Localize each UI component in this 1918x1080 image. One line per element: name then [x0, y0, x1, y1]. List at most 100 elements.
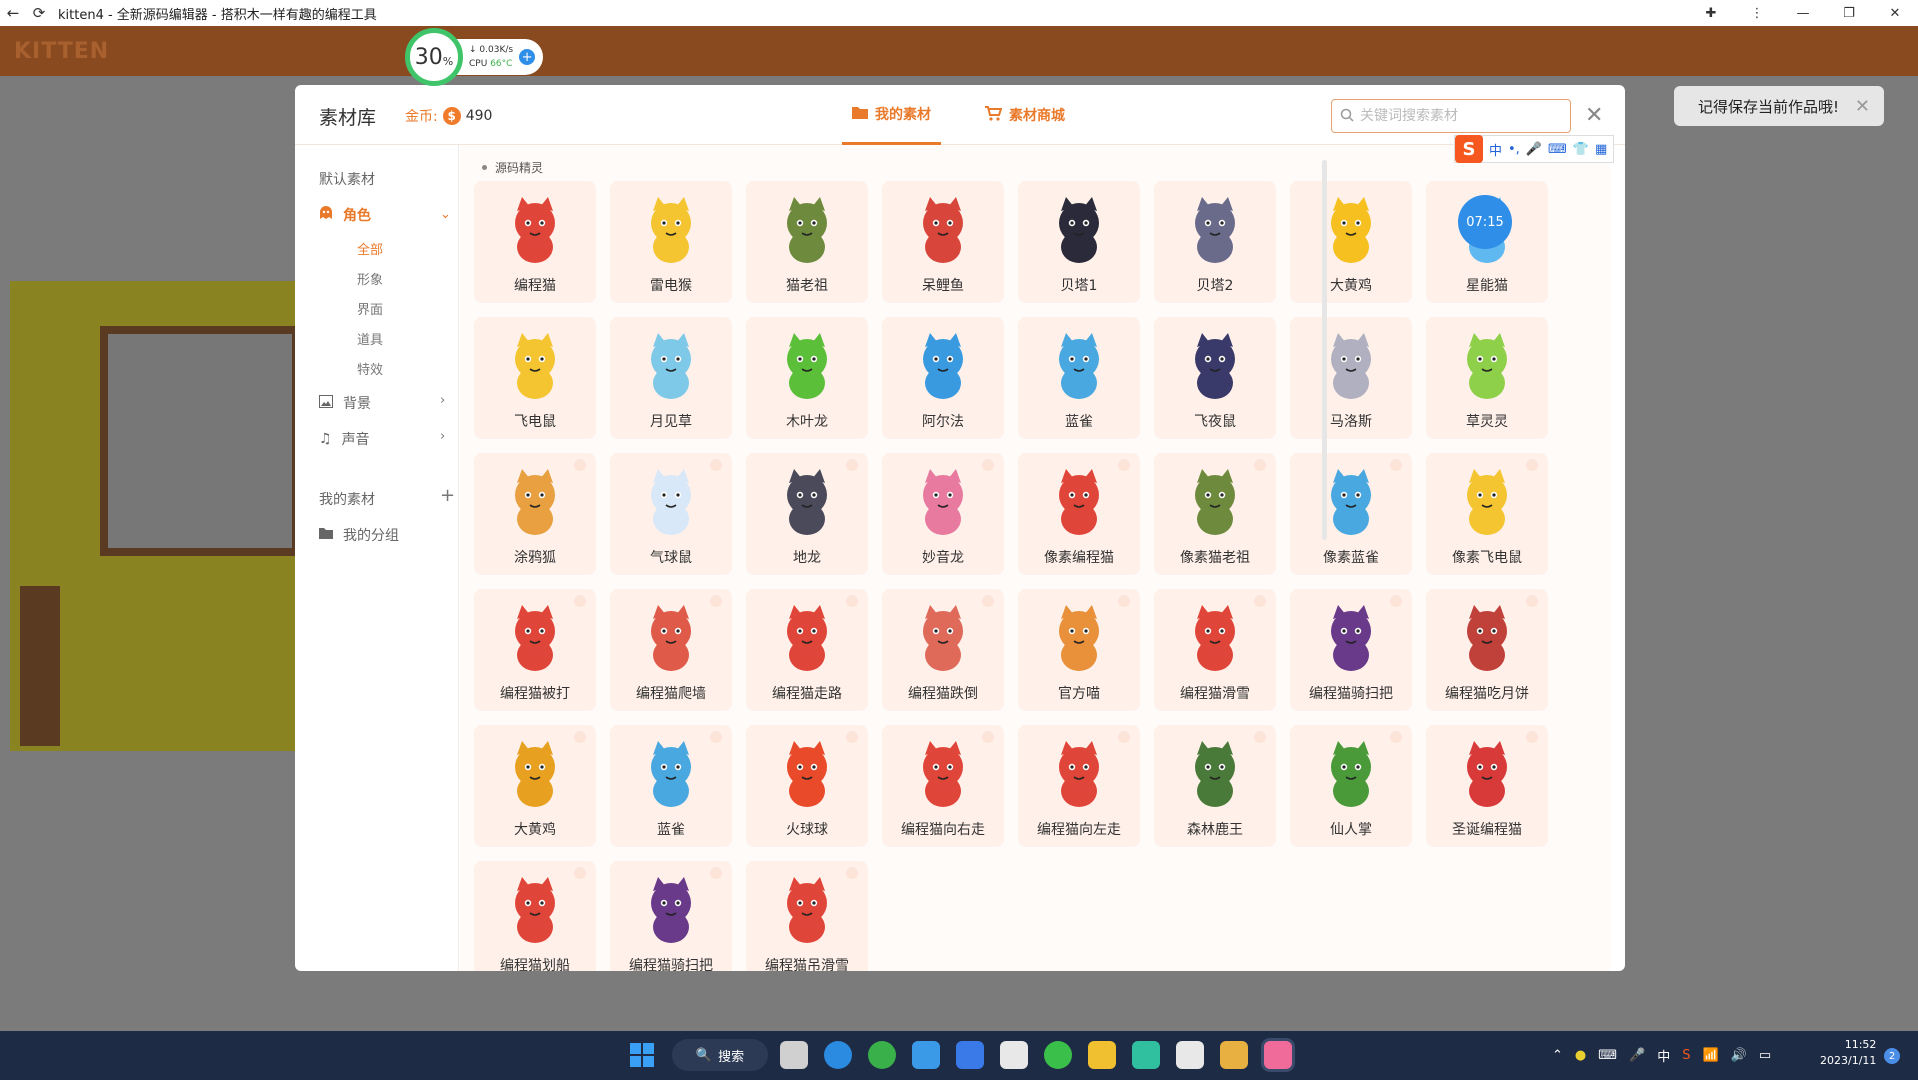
sidebar-sub-figure[interactable]: 形象: [357, 269, 383, 288]
asset-card[interactable]: 地龙: [746, 453, 868, 575]
sidebar-item-characters[interactable]: 角色: [319, 205, 371, 225]
favorite-dot-icon[interactable]: [846, 459, 858, 471]
favorite-dot-icon[interactable]: [846, 731, 858, 743]
asset-card[interactable]: 贝塔2: [1154, 181, 1276, 303]
sidebar-sub-effects[interactable]: 特效: [357, 359, 383, 378]
notification-badge[interactable]: 2: [1884, 1048, 1900, 1064]
asset-card[interactable]: 蓝雀: [1018, 317, 1140, 439]
close-window-button[interactable]: ✕: [1872, 0, 1918, 26]
microphone-icon[interactable]: 🎤: [1526, 142, 1542, 157]
favorite-dot-icon[interactable]: [1254, 459, 1266, 471]
ime-toolbar[interactable]: S 中 •, 🎤 ⌨ 👕 ▦: [1454, 135, 1615, 163]
taskbar-clock[interactable]: 11:52 2023/1/11: [1820, 1037, 1876, 1069]
favorite-dot-icon[interactable]: [574, 867, 586, 879]
asset-card[interactable]: 编程猫向左走: [1018, 725, 1140, 847]
asset-card[interactable]: 贝塔1: [1018, 181, 1140, 303]
mail-icon[interactable]: [912, 1041, 940, 1069]
modal-close-icon[interactable]: ✕: [1585, 103, 1603, 128]
favorite-dot-icon[interactable]: [710, 595, 722, 607]
asset-card[interactable]: 编程猫吊滑雪: [746, 861, 868, 971]
sidebar-sub-interface[interactable]: 界面: [357, 299, 383, 318]
skin-shirt-icon[interactable]: 👕: [1573, 142, 1589, 157]
favorite-dot-icon[interactable]: [1118, 459, 1130, 471]
asset-search-box[interactable]: [1331, 99, 1571, 133]
favorite-dot-icon[interactable]: [982, 595, 994, 607]
more-menu-icon[interactable]: ⋮: [1734, 0, 1780, 26]
favorite-dot-icon[interactable]: [1118, 731, 1130, 743]
tray-overflow-chevron-icon[interactable]: ⌃: [1552, 1048, 1563, 1063]
favorite-dot-icon[interactable]: [846, 867, 858, 879]
wifi-icon[interactable]: 📶: [1702, 1048, 1718, 1063]
asset-card[interactable]: 马洛斯: [1290, 317, 1412, 439]
asset-card[interactable]: 草灵灵: [1426, 317, 1548, 439]
asset-card[interactable]: 编程猫骑扫把: [1290, 589, 1412, 711]
edge-browser-icon[interactable]: [824, 1041, 852, 1069]
volume-icon[interactable]: 🔊: [1731, 1048, 1747, 1063]
back-arrow-icon[interactable]: ←: [0, 0, 26, 26]
asset-card[interactable]: 官方喵: [1018, 589, 1140, 711]
cpu-monitor-widget[interactable]: 30% ↓ 0.03K/s CPU 66°C +: [405, 28, 555, 86]
asset-card[interactable]: 雷电猴: [610, 181, 732, 303]
app-grid-icon[interactable]: [1132, 1041, 1160, 1069]
asset-card[interactable]: 编程猫骑扫把: [610, 861, 732, 971]
favorite-dot-icon[interactable]: [710, 731, 722, 743]
favorite-dot-icon[interactable]: [1526, 595, 1538, 607]
tray-app-icon[interactable]: ●: [1575, 1048, 1586, 1063]
asset-card[interactable]: 大黄鸡: [474, 725, 596, 847]
tab-my-assets[interactable]: 我的素材: [842, 85, 941, 145]
asset-card[interactable]: 飞电鼠: [474, 317, 596, 439]
chevron-right-icon[interactable]: ›: [440, 393, 445, 408]
asset-card[interactable]: 气球鼠: [610, 453, 732, 575]
battery-icon[interactable]: ▭: [1759, 1048, 1771, 1063]
sidebar-sub-props[interactable]: 道具: [357, 329, 383, 348]
asset-card[interactable]: 编程猫走路: [746, 589, 868, 711]
asset-card[interactable]: 猫老祖: [746, 181, 868, 303]
tray-ime-language[interactable]: 中: [1657, 1046, 1670, 1065]
favorite-dot-icon[interactable]: [1526, 459, 1538, 471]
media-player-icon[interactable]: [1220, 1041, 1248, 1069]
green-app-icon[interactable]: [868, 1041, 896, 1069]
asset-card[interactable]: 呆鲤鱼: [882, 181, 1004, 303]
favorite-dot-icon[interactable]: [846, 595, 858, 607]
file-explorer-icon[interactable]: [1088, 1041, 1116, 1069]
tab-asset-shop[interactable]: 素材商城: [985, 85, 1065, 145]
keyboard-icon[interactable]: ⌨: [1598, 1048, 1617, 1063]
asset-card[interactable]: 仙人掌: [1290, 725, 1412, 847]
asset-card[interactable]: 编程猫被打: [474, 589, 596, 711]
asset-card[interactable]: 编程猫: [474, 181, 596, 303]
asset-card[interactable]: 编程猫爬墙: [610, 589, 732, 711]
task-view-icon[interactable]: [780, 1041, 808, 1069]
favorite-dot-icon[interactable]: [1390, 731, 1402, 743]
favorite-dot-icon[interactable]: [1254, 731, 1266, 743]
favorite-dot-icon[interactable]: [1390, 595, 1402, 607]
todo-check-icon[interactable]: [956, 1041, 984, 1069]
asset-card[interactable]: 编程猫滑雪: [1154, 589, 1276, 711]
toast-close-icon[interactable]: ✕: [1855, 96, 1870, 117]
asset-card[interactable]: 编程猫跌倒: [882, 589, 1004, 711]
sidebar-sub-all[interactable]: 全部: [357, 239, 383, 258]
asset-card[interactable]: 飞夜鼠: [1154, 317, 1276, 439]
restore-button[interactable]: ❐: [1826, 0, 1872, 26]
asset-card[interactable]: 编程猫向右走: [882, 725, 1004, 847]
asset-card[interactable]: 圣诞编程猫: [1426, 725, 1548, 847]
kitten-app-icon[interactable]: [1264, 1041, 1292, 1069]
asset-card[interactable]: 火球球: [746, 725, 868, 847]
chevron-right-icon[interactable]: ›: [440, 429, 445, 444]
asset-card[interactable]: 阿尔法: [882, 317, 1004, 439]
chevron-down-icon[interactable]: ⌄: [440, 207, 451, 222]
asset-card[interactable]: 像素编程猫: [1018, 453, 1140, 575]
add-group-plus-icon[interactable]: +: [440, 485, 455, 506]
favorite-dot-icon[interactable]: [982, 459, 994, 471]
asset-card[interactable]: 编程猫吃月饼: [1426, 589, 1548, 711]
asset-card[interactable]: 涂鸦狐: [474, 453, 596, 575]
keyboard-icon[interactable]: ⌨: [1548, 142, 1567, 157]
asset-card[interactable]: 木叶龙: [746, 317, 868, 439]
asset-card[interactable]: 像素猫老祖: [1154, 453, 1276, 575]
favorite-dot-icon[interactable]: [574, 459, 586, 471]
store-icon[interactable]: [1000, 1041, 1028, 1069]
asset-card[interactable]: 编程猫划船: [474, 861, 596, 971]
wechat-icon[interactable]: [1044, 1041, 1072, 1069]
snipping-tool-icon[interactable]: [1176, 1041, 1204, 1069]
content-scrollbar[interactable]: [1322, 160, 1327, 540]
asset-card[interactable]: 大黄鸡: [1290, 181, 1412, 303]
